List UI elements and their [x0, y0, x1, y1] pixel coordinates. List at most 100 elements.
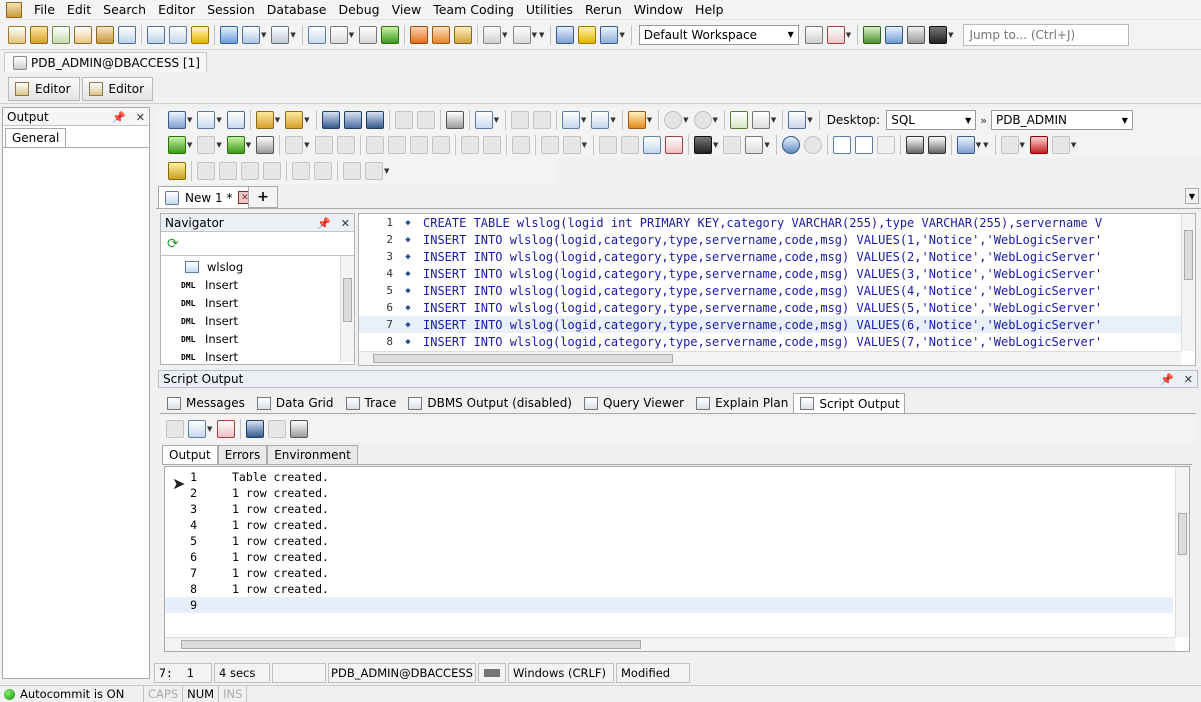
list-icon[interactable]	[256, 136, 275, 154]
sql-optimizer-icon[interactable]	[96, 25, 114, 44]
stop-icon[interactable]	[197, 136, 216, 154]
indent-icon[interactable]	[905, 136, 924, 154]
clear-bookmarks-icon[interactable]	[263, 162, 281, 180]
database-icon[interactable]	[556, 25, 575, 44]
zoom-icon[interactable]	[329, 25, 348, 44]
menu-team-coding[interactable]: Team Coding	[427, 2, 520, 17]
forward-icon[interactable]	[693, 111, 712, 129]
comment-icon[interactable]	[292, 162, 310, 180]
dashboard-icon[interactable]	[169, 25, 187, 44]
code-line[interactable]: 8 ◆ INSERT INTO wlslog(logid,category,type…	[359, 333, 1181, 350]
menu-file[interactable]: File	[28, 2, 61, 17]
refresh-icon[interactable]: ⟳	[167, 236, 179, 252]
replace-icon[interactable]	[745, 136, 764, 154]
document-tab[interactable]: New 1 * ✕	[158, 186, 257, 208]
workspace-select[interactable]: Default Workspace ▼	[638, 24, 799, 45]
export-icon[interactable]	[410, 25, 429, 44]
code-line[interactable]: 4 ◆ INSERT INTO wlslog(logid,category,type…	[359, 265, 1181, 282]
close-icon[interactable]: ✕	[341, 217, 350, 230]
code-snippets-icon[interactable]	[168, 162, 186, 180]
navigator-item-insert[interactable]: DML Insert	[161, 330, 354, 348]
graduation-cap-icon[interactable]	[929, 25, 948, 44]
undo-icon[interactable]	[510, 111, 529, 129]
navigator-item-insert[interactable]: DML Insert	[161, 276, 354, 294]
cut-icon[interactable]	[394, 111, 413, 129]
menu-debug[interactable]: Debug	[332, 2, 385, 17]
lowercase-icon[interactable]	[854, 136, 873, 154]
tab-explain-plan[interactable]: Explain Plan	[689, 393, 793, 413]
code-editor[interactable]: 1 ◆ CREATE TABLE wlslog(logid int PRIMARY …	[358, 213, 1196, 366]
prev-bookmark-icon[interactable]	[241, 162, 259, 180]
checklist-icon[interactable]	[188, 420, 206, 438]
execute-statement-icon[interactable]	[168, 136, 186, 154]
binoculars-icon[interactable]	[693, 136, 712, 154]
code-line[interactable]: 5 ◆ INSERT INTO wlslog(logid,category,type…	[359, 282, 1181, 299]
clear-icon[interactable]	[226, 111, 245, 129]
clipboard-icon[interactable]	[454, 25, 473, 44]
code-line[interactable]: 2 ◆ INSERT INTO wlslog(logid,category,type…	[359, 231, 1181, 248]
code-line-current[interactable]: 7 ◆ INSERT INTO wlslog(logid,category,type…	[359, 316, 1181, 333]
code-line[interactable]: 3 ◆ INSERT INTO wlslog(logid,category,type…	[359, 248, 1181, 265]
close-icon[interactable]: ✕	[136, 111, 145, 124]
bell-icon[interactable]	[578, 25, 597, 44]
function-icon[interactable]	[314, 136, 333, 154]
more-icon[interactable]: »	[980, 114, 987, 127]
debugger-icon[interactable]	[1051, 136, 1070, 154]
open-file-icon[interactable]	[30, 25, 48, 44]
load-icon[interactable]	[285, 111, 304, 129]
goto-icon[interactable]	[723, 136, 742, 154]
sql-icon[interactable]	[197, 111, 216, 129]
tab-trace[interactable]: Trace	[339, 393, 402, 413]
tab-query-viewer[interactable]: Query Viewer	[577, 393, 689, 413]
tab-script-output[interactable]: Script Output	[793, 393, 905, 413]
window-icon[interactable]	[242, 25, 260, 44]
add-bookmark-icon[interactable]	[197, 162, 215, 180]
edit-icon[interactable]	[168, 111, 186, 129]
debug-step-icon[interactable]	[365, 136, 384, 154]
navigator-scrollbar[interactable]	[340, 256, 354, 362]
split-icon[interactable]	[598, 136, 617, 154]
code-template-icon[interactable]	[1000, 136, 1019, 154]
trace-off-icon[interactable]	[562, 136, 581, 154]
format-options-icon[interactable]	[365, 162, 383, 180]
menu-help[interactable]: Help	[689, 2, 730, 17]
merge-icon[interactable]	[620, 136, 639, 154]
next-bookmark-icon[interactable]	[219, 162, 237, 180]
save-all-icon[interactable]	[365, 111, 384, 129]
code-vertical-scrollbar[interactable]	[1181, 214, 1195, 351]
autocommit-status[interactable]: Autocommit is ON	[0, 686, 144, 702]
eraser-icon[interactable]	[664, 136, 683, 154]
uppercase-icon[interactable]	[832, 136, 851, 154]
sql-tune-icon[interactable]	[729, 111, 748, 129]
profiler-icon[interactable]	[511, 136, 530, 154]
tools-icon[interactable]	[483, 25, 502, 44]
tree-icon[interactable]	[285, 136, 304, 154]
debug-out-icon[interactable]	[431, 136, 450, 154]
format-code-icon[interactable]	[343, 162, 361, 180]
navigator-item-insert[interactable]: DML Insert	[161, 312, 354, 330]
menu-editor[interactable]: Editor	[152, 2, 201, 17]
capitalize-icon[interactable]	[876, 136, 895, 154]
copy-output-icon[interactable]	[166, 420, 184, 438]
calendar-icon[interactable]	[788, 111, 807, 129]
network-icon[interactable]	[271, 25, 290, 44]
schema-browser-icon[interactable]	[52, 25, 70, 44]
plsql-icon[interactable]	[359, 25, 378, 44]
code-line[interactable]: 1 ◆ CREATE TABLE wlslog(logid int PRIMARY …	[359, 214, 1181, 231]
redo-icon[interactable]	[532, 111, 551, 129]
tab-general[interactable]: General	[5, 128, 67, 147]
menu-rerun[interactable]: Rerun	[579, 2, 628, 17]
tab-list-button[interactable]: ▼	[1185, 188, 1199, 204]
debug-over-icon[interactable]	[409, 136, 428, 154]
menu-database[interactable]: Database	[261, 2, 333, 17]
pin-icon[interactable]: 📌	[317, 217, 331, 230]
debugger-stop-icon[interactable]	[1029, 136, 1048, 154]
run-icon[interactable]	[381, 25, 400, 44]
import-icon[interactable]	[432, 25, 451, 44]
tab-environment[interactable]: Environment	[267, 445, 358, 464]
menu-window[interactable]: Window	[628, 2, 689, 17]
tab-output[interactable]: Output	[162, 445, 218, 464]
delete-icon[interactable]	[512, 25, 531, 44]
wizard-icon[interactable]	[956, 136, 975, 154]
menu-edit[interactable]: Edit	[61, 2, 97, 17]
